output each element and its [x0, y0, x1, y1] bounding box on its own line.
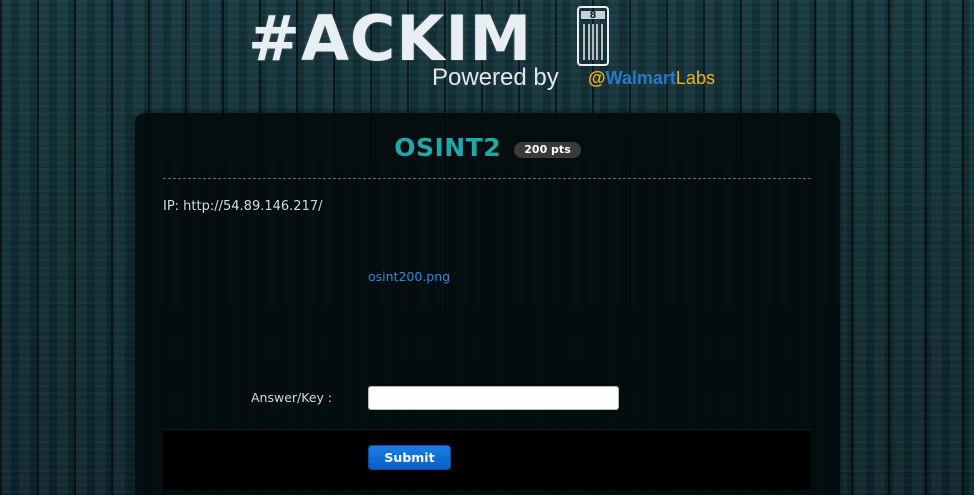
logo-badge-digit: 8 — [590, 10, 597, 21]
powered-by-text: Powered by — [432, 64, 559, 91]
divider — [163, 178, 811, 179]
points-badge: 200 pts — [514, 141, 581, 158]
site-logo[interactable]: #ACKIM 8 Powered by @WalmartLabs — [248, 2, 728, 92]
hackathon-8-badge-icon: 8 — [577, 6, 609, 66]
answer-label: Answer/Key : — [251, 390, 333, 405]
form-actions: Submit — [163, 429, 811, 490]
sponsor-name: Walmart — [605, 68, 676, 88]
challenge-title: OSINT2 — [394, 133, 502, 162]
sponsor-at-sign: @ — [588, 68, 606, 88]
challenge-panel: OSINT2 200 pts IP: http://54.89.146.217/… — [135, 113, 840, 495]
sponsor-logo: @WalmartLabs — [588, 68, 715, 89]
submit-button[interactable]: Submit — [368, 445, 451, 470]
attachment-link[interactable]: osint200.png — [368, 269, 450, 284]
sponsor-suffix: Labs — [675, 68, 715, 88]
answer-input[interactable] — [368, 386, 619, 410]
challenge-description: IP: http://54.89.146.217/ — [163, 199, 323, 214]
challenge-header: OSINT2 200 pts — [135, 133, 840, 162]
